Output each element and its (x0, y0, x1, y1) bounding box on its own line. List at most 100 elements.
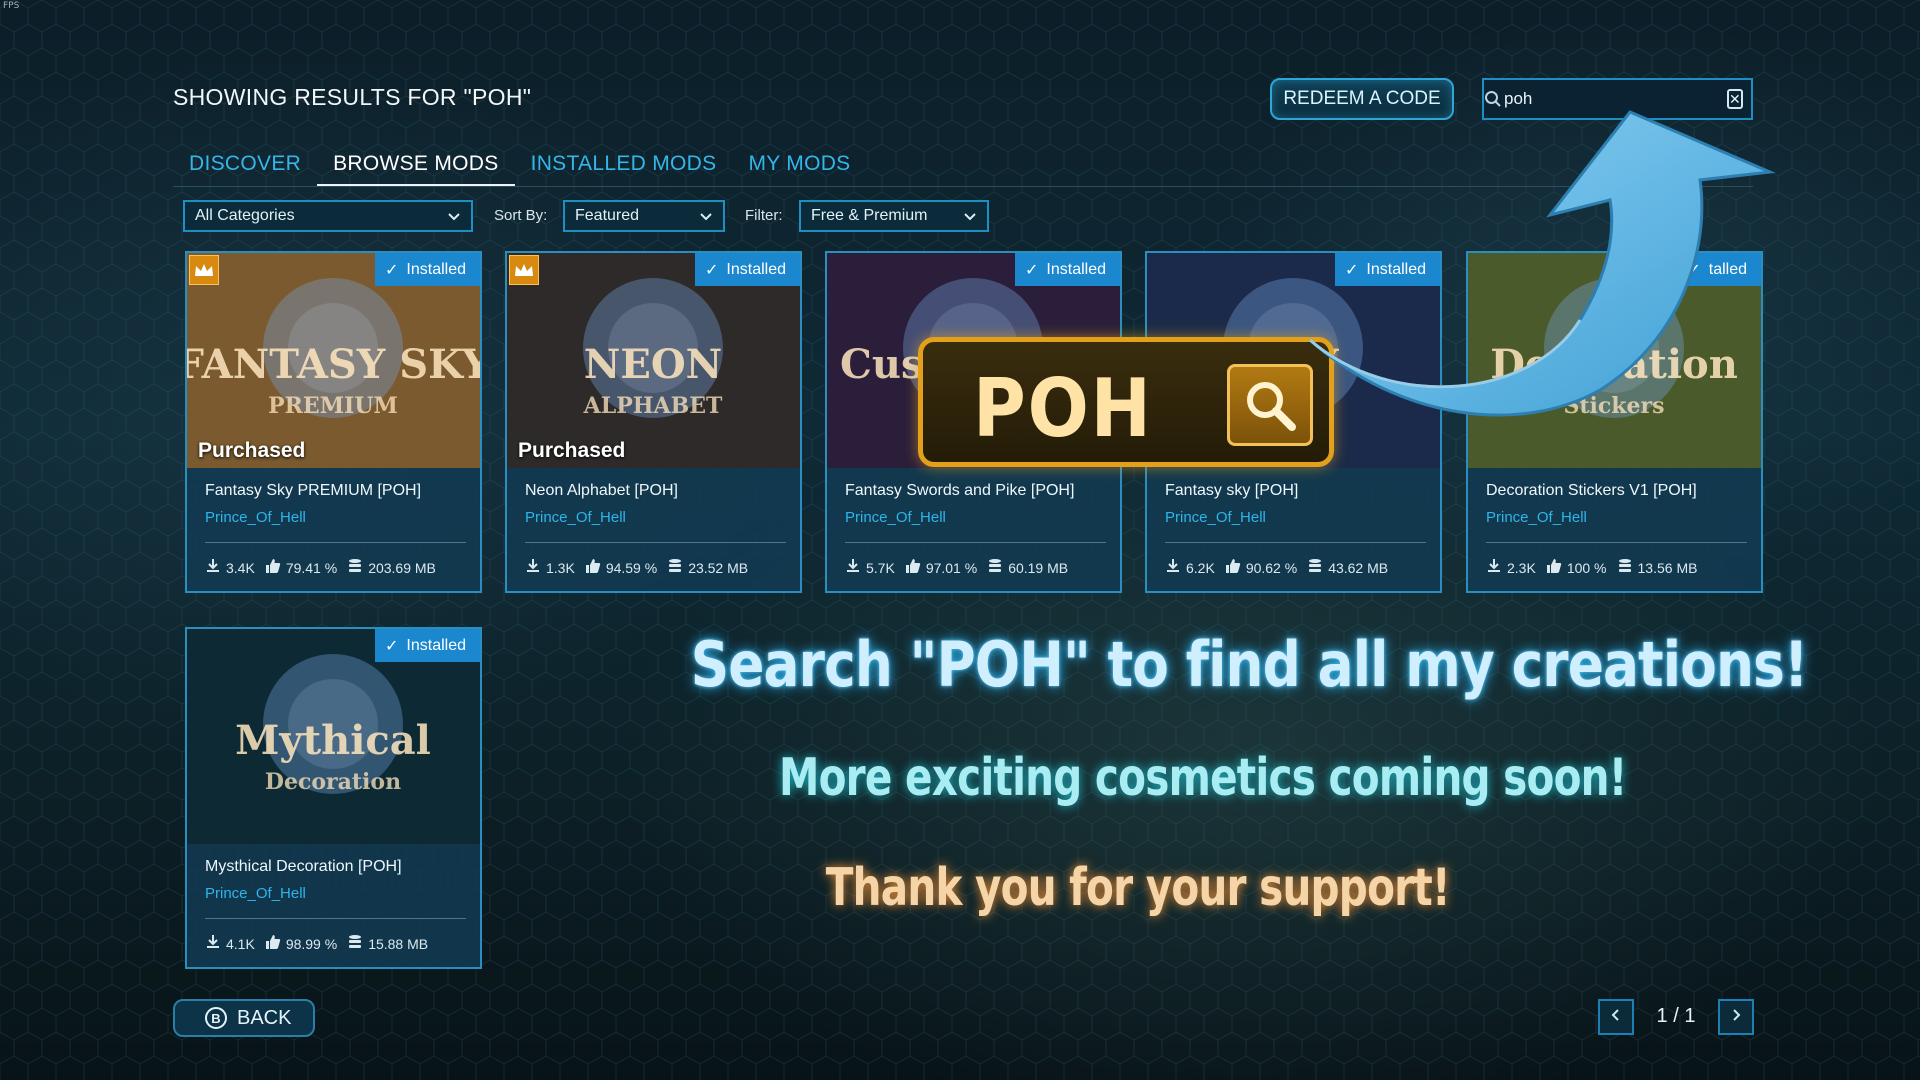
downloads-value: 2.3K (1507, 559, 1536, 576)
downloads-value: 1.3K (546, 559, 575, 576)
filter-dropdown[interactable]: Free & Premium (799, 200, 989, 232)
prev-page-button[interactable] (1598, 999, 1634, 1035)
svg-text:Decoration: Decoration (265, 769, 401, 795)
size-value: 60.19 MB (1008, 559, 1069, 576)
next-page-button[interactable] (1718, 999, 1754, 1035)
svg-text:Mythical: Mythical (235, 717, 431, 764)
fps-label: FPS (3, 1, 20, 11)
results-title: SHOWING RESULTS FOR "POH" (173, 84, 532, 110)
check-icon: ✓ (1025, 261, 1039, 279)
size-stat: 60.19 MB (987, 558, 1068, 577)
promo-line-thanks: Thank you for your support! (825, 858, 1451, 918)
thumbs-up-icon (265, 558, 281, 577)
mod-card[interactable]: NEON ALPHABET ✓ Installed Purchased Neon… (505, 251, 802, 593)
thumbs-up-icon (1225, 558, 1241, 577)
mod-author[interactable]: Prince_Of_Hell (1486, 509, 1587, 526)
downloads-value: 4.1K (226, 935, 255, 952)
tab-installed-mods[interactable]: INSTALLED MODS (515, 146, 733, 181)
rating-value: 94.59 % (605, 559, 658, 576)
size-value: 23.52 MB (688, 559, 749, 576)
card-divider (205, 542, 466, 543)
size-value: 203.69 MB (368, 559, 436, 576)
check-icon: ✓ (705, 261, 719, 279)
category-dropdown[interactable]: All Categories (183, 200, 473, 232)
download-icon (1165, 558, 1181, 577)
mod-stats: 4.1K 98.99 % 15.88 MB (205, 934, 428, 953)
svg-text:ALPHABET: ALPHABET (583, 393, 723, 419)
tab-discover[interactable]: DISCOVER (173, 146, 317, 181)
card-divider (205, 918, 466, 919)
installed-label: Installed (726, 260, 786, 278)
download-icon (1486, 558, 1502, 577)
mod-author[interactable]: Prince_Of_Hell (525, 509, 626, 526)
thumbs-up-icon (1546, 558, 1562, 577)
card-divider (525, 542, 786, 543)
rating-stat: 100 % (1546, 558, 1607, 577)
mod-title: Decoration Stickers V1 [POH] (1486, 482, 1697, 499)
database-icon (347, 558, 363, 577)
promo-line-search: Search "POH" to find all my creations! (690, 628, 1809, 701)
download-icon (845, 558, 861, 577)
rating-stat: 94.59 % (585, 558, 657, 577)
downloads-stat: 5.7K (845, 558, 895, 577)
svg-text:NEON: NEON (584, 341, 722, 388)
mod-card[interactable]: Mythical Decoration ✓ Installed Mysthica… (185, 627, 482, 969)
category-value: All Categories (195, 207, 295, 224)
rating-stat: 79.41 % (265, 558, 337, 577)
mod-author[interactable]: Prince_Of_Hell (845, 509, 946, 526)
curved-arrow-icon (1309, 110, 1776, 417)
download-icon (205, 558, 221, 577)
downloads-stat: 4.1K (205, 934, 255, 953)
mod-title: Fantasy Sky PREMIUM [POH] (205, 482, 422, 499)
database-icon (1307, 558, 1323, 577)
mod-card[interactable]: FANTASY SKY PREMIUM ✓ Installed Purchase… (185, 251, 482, 593)
downloads-value: 3.4K (226, 559, 255, 576)
database-icon (1617, 558, 1633, 577)
installed-badge: ✓ Installed (695, 253, 800, 286)
chevron-right-icon (1729, 1008, 1743, 1027)
downloads-value: 5.7K (866, 559, 895, 576)
mod-stats: 6.2K 90.62 % 43.62 MB (1165, 558, 1388, 577)
check-icon: ✓ (385, 637, 399, 655)
filter-value: Free & Premium (811, 207, 928, 224)
rating-stat: 97.01 % (905, 558, 977, 577)
size-stat: 15.88 MB (347, 934, 428, 953)
mod-author[interactable]: Prince_Of_Hell (1165, 509, 1266, 526)
mod-stats: 1.3K 94.59 % 23.52 MB (525, 558, 748, 577)
size-value: 13.56 MB (1637, 559, 1698, 576)
installed-badge: ✓ Installed (375, 253, 480, 286)
chevron-down-icon (963, 209, 977, 228)
chevron-down-icon (699, 209, 713, 228)
card-divider (1486, 542, 1747, 543)
sort-dropdown[interactable]: Featured (563, 200, 725, 232)
thumbs-up-icon (265, 934, 281, 953)
rating-value: 98.99 % (285, 935, 338, 952)
sort-value: Featured (575, 207, 640, 224)
rating-value: 90.62 % (1245, 559, 1298, 576)
crown-icon (189, 255, 219, 285)
size-stat: 203.69 MB (347, 558, 436, 577)
back-button[interactable]: B BACK (173, 999, 315, 1037)
svg-text:PREMIUM: PREMIUM (268, 393, 398, 419)
size-value: 15.88 MB (368, 935, 429, 952)
tab-my-mods[interactable]: MY MODS (732, 146, 866, 181)
installed-badge: ✓ Installed (375, 629, 480, 662)
downloads-stat: 2.3K (1486, 558, 1536, 577)
page-indicator: 1 / 1 (1656, 1005, 1696, 1027)
chevron-left-icon (1609, 1008, 1623, 1027)
tab-browse-mods[interactable]: BROWSE MODS (317, 146, 515, 187)
downloads-stat: 1.3K (525, 558, 575, 577)
rating-value: 97.01 % (925, 559, 978, 576)
sort-by-label: Sort By: (494, 207, 548, 224)
download-icon (205, 934, 221, 953)
mod-stats: 2.3K 100 % 13.56 MB (1486, 558, 1697, 577)
thumbs-up-icon (905, 558, 921, 577)
purchased-label: Purchased (198, 439, 306, 462)
mod-stats: 3.4K 79.41 % 203.69 MB (205, 558, 436, 577)
thumbs-up-icon (585, 558, 601, 577)
installed-label: Installed (406, 260, 466, 278)
card-divider (1165, 542, 1426, 543)
rating-stat: 90.62 % (1225, 558, 1297, 577)
mod-author[interactable]: Prince_Of_Hell (205, 509, 306, 526)
mod-author[interactable]: Prince_Of_Hell (205, 885, 306, 902)
